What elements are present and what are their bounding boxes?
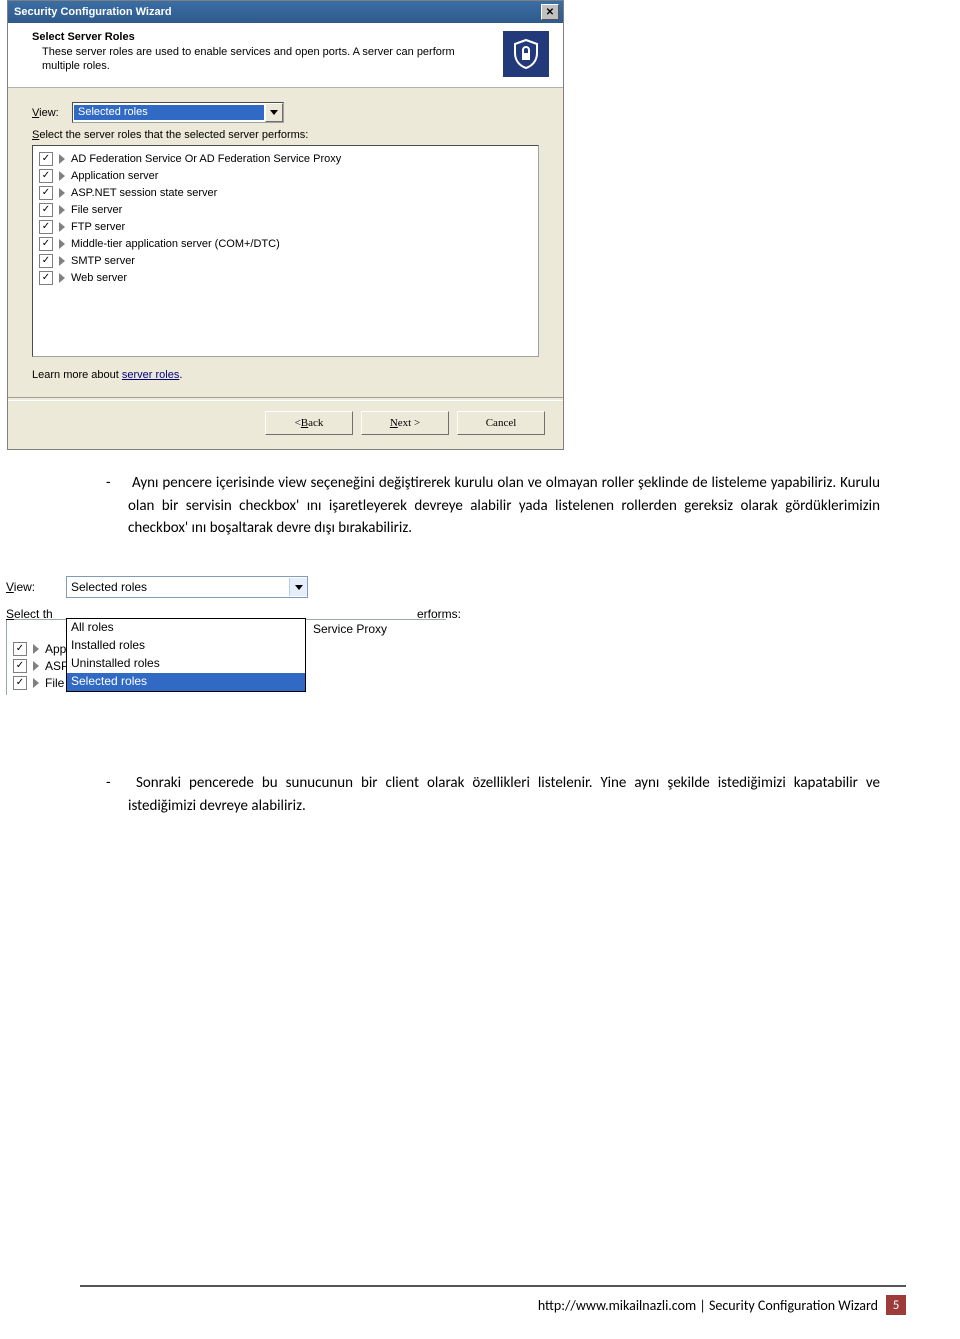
- bullet-dash: -: [106, 472, 128, 495]
- role-label: Web server: [71, 272, 127, 284]
- close-icon: ✕: [546, 7, 554, 18]
- role-checkbox[interactable]: ✓: [39, 254, 53, 268]
- role-row: ✓ Middle-tier application server (COM+/DT…: [39, 235, 532, 252]
- expand-icon[interactable]: [59, 273, 65, 283]
- learn-more: Learn more about server roles.: [32, 369, 539, 381]
- wizard-window: Security Configuration Wizard ✕ Select S…: [7, 0, 564, 450]
- wizard-header: Select Server Roles These server roles a…: [8, 23, 563, 88]
- window-title: Security Configuration Wizard: [14, 6, 172, 18]
- view-dropdown-open-screenshot: View: Selected roles Select th erforms: …: [6, 576, 461, 695]
- cancel-button[interactable]: Cancel: [457, 411, 545, 435]
- back-button[interactable]: < Back: [265, 411, 353, 435]
- role-checkbox[interactable]: ✓: [13, 642, 27, 656]
- role-label: Middle-tier application server (COM+/DTC…: [71, 238, 280, 250]
- dropdown-arrow-button-2[interactable]: [289, 578, 307, 596]
- footer-url: http://www.mikailnazli.com: [538, 1297, 696, 1314]
- role-checkbox[interactable]: ✓: [13, 659, 27, 673]
- role-row: ✓ AD Federation Service Or AD Federation …: [39, 150, 532, 167]
- view-label: View:: [32, 107, 72, 119]
- role-checkbox[interactable]: ✓: [39, 220, 53, 234]
- paragraph-2-text: Sonraki pencerede bu sunucunun bir clien…: [128, 774, 880, 815]
- page-footer: http://www.mikailnazli.com | Security Co…: [80, 1285, 906, 1315]
- footer-sep: |: [696, 1297, 709, 1314]
- expand-icon[interactable]: [33, 661, 39, 671]
- role-checkbox[interactable]: ✓: [39, 169, 53, 183]
- role-checkbox[interactable]: ✓: [39, 237, 53, 251]
- view-option-uninstalled-roles[interactable]: Uninstalled roles: [67, 655, 305, 673]
- role-row: ✓ Web server: [39, 269, 532, 286]
- view-dropdown-selected: Selected roles: [74, 105, 264, 120]
- header-title: Select Server Roles: [32, 31, 493, 43]
- role-label: File server: [71, 204, 122, 216]
- footer-doc-title: Security Configuration Wizard: [709, 1297, 878, 1314]
- bullet-dash: -: [106, 772, 128, 795]
- role-checkbox[interactable]: ✓: [39, 186, 53, 200]
- learn-prefix: Learn more about: [32, 369, 122, 381]
- view-dropdown-options[interactable]: All roles Installed roles Uninstalled ro…: [66, 618, 306, 692]
- role-checkbox[interactable]: ✓: [13, 676, 27, 690]
- svc-proxy-fragment: Service Proxy: [313, 622, 440, 636]
- server-roles-link[interactable]: server roles: [122, 369, 179, 381]
- page-number: 5: [886, 1295, 906, 1315]
- view-dropdown-2[interactable]: Selected roles: [66, 576, 308, 598]
- expand-icon[interactable]: [59, 222, 65, 232]
- header-subtitle: These server roles are used to enable se…: [32, 45, 493, 74]
- paragraph-1: - Aynı pencere içerisinde view seçeneğin…: [80, 472, 880, 540]
- expand-icon[interactable]: [59, 256, 65, 266]
- role-label: AD Federation Service Or AD Federation S…: [71, 153, 341, 165]
- expand-icon[interactable]: [33, 678, 39, 688]
- expand-icon[interactable]: [59, 188, 65, 198]
- select-instruction: Select the server roles that the selecte…: [32, 129, 539, 141]
- role-row: ✓ ASP.NET session state server: [39, 184, 532, 201]
- role-checkbox[interactable]: ✓: [39, 271, 53, 285]
- shield-lock-icon: [503, 31, 549, 77]
- view-dropdown-2-selected: Selected roles: [67, 578, 289, 596]
- expand-icon[interactable]: [33, 644, 39, 654]
- view-option-installed-roles[interactable]: Installed roles: [67, 637, 305, 655]
- select-label-trunc-left: Select th: [6, 604, 53, 621]
- role-row: ✓ SMTP server: [39, 252, 532, 269]
- expand-icon[interactable]: [59, 171, 65, 181]
- dropdown-arrow-button[interactable]: [265, 103, 283, 122]
- role-row: ✓ File server: [39, 201, 532, 218]
- titlebar: Security Configuration Wizard ✕: [8, 1, 563, 23]
- paragraph-2: - Sonraki pencerede bu sunucunun bir cli…: [80, 772, 880, 817]
- view-option-selected-roles[interactable]: Selected roles: [67, 673, 305, 691]
- chevron-down-icon: [295, 585, 303, 590]
- role-checkbox[interactable]: ✓: [39, 203, 53, 217]
- view-dropdown[interactable]: Selected roles: [72, 102, 284, 123]
- chevron-down-icon: [270, 110, 278, 115]
- role-row: ✓ FTP server: [39, 218, 532, 235]
- role-label: Application server: [71, 170, 158, 182]
- view-label-2: View:: [6, 580, 66, 594]
- role-label: FTP server: [71, 221, 125, 233]
- role-row: ✓ Application server: [39, 167, 532, 184]
- select-label-trunc-right: erforms:: [417, 604, 461, 621]
- expand-icon[interactable]: [59, 154, 65, 164]
- close-button[interactable]: ✕: [541, 4, 559, 20]
- view-option-all-roles[interactable]: All roles: [67, 619, 305, 637]
- role-label: SMTP server: [71, 255, 135, 267]
- role-list[interactable]: ✓ AD Federation Service Or AD Federation …: [32, 145, 539, 357]
- expand-icon[interactable]: [59, 205, 65, 215]
- role-label: ASP.NET session state server: [71, 187, 217, 199]
- next-button[interactable]: Next >: [361, 411, 449, 435]
- expand-icon[interactable]: [59, 239, 65, 249]
- paragraph-1-text: Aynı pencere içerisinde view seçeneğini …: [128, 474, 880, 537]
- role-checkbox[interactable]: ✓: [39, 152, 53, 166]
